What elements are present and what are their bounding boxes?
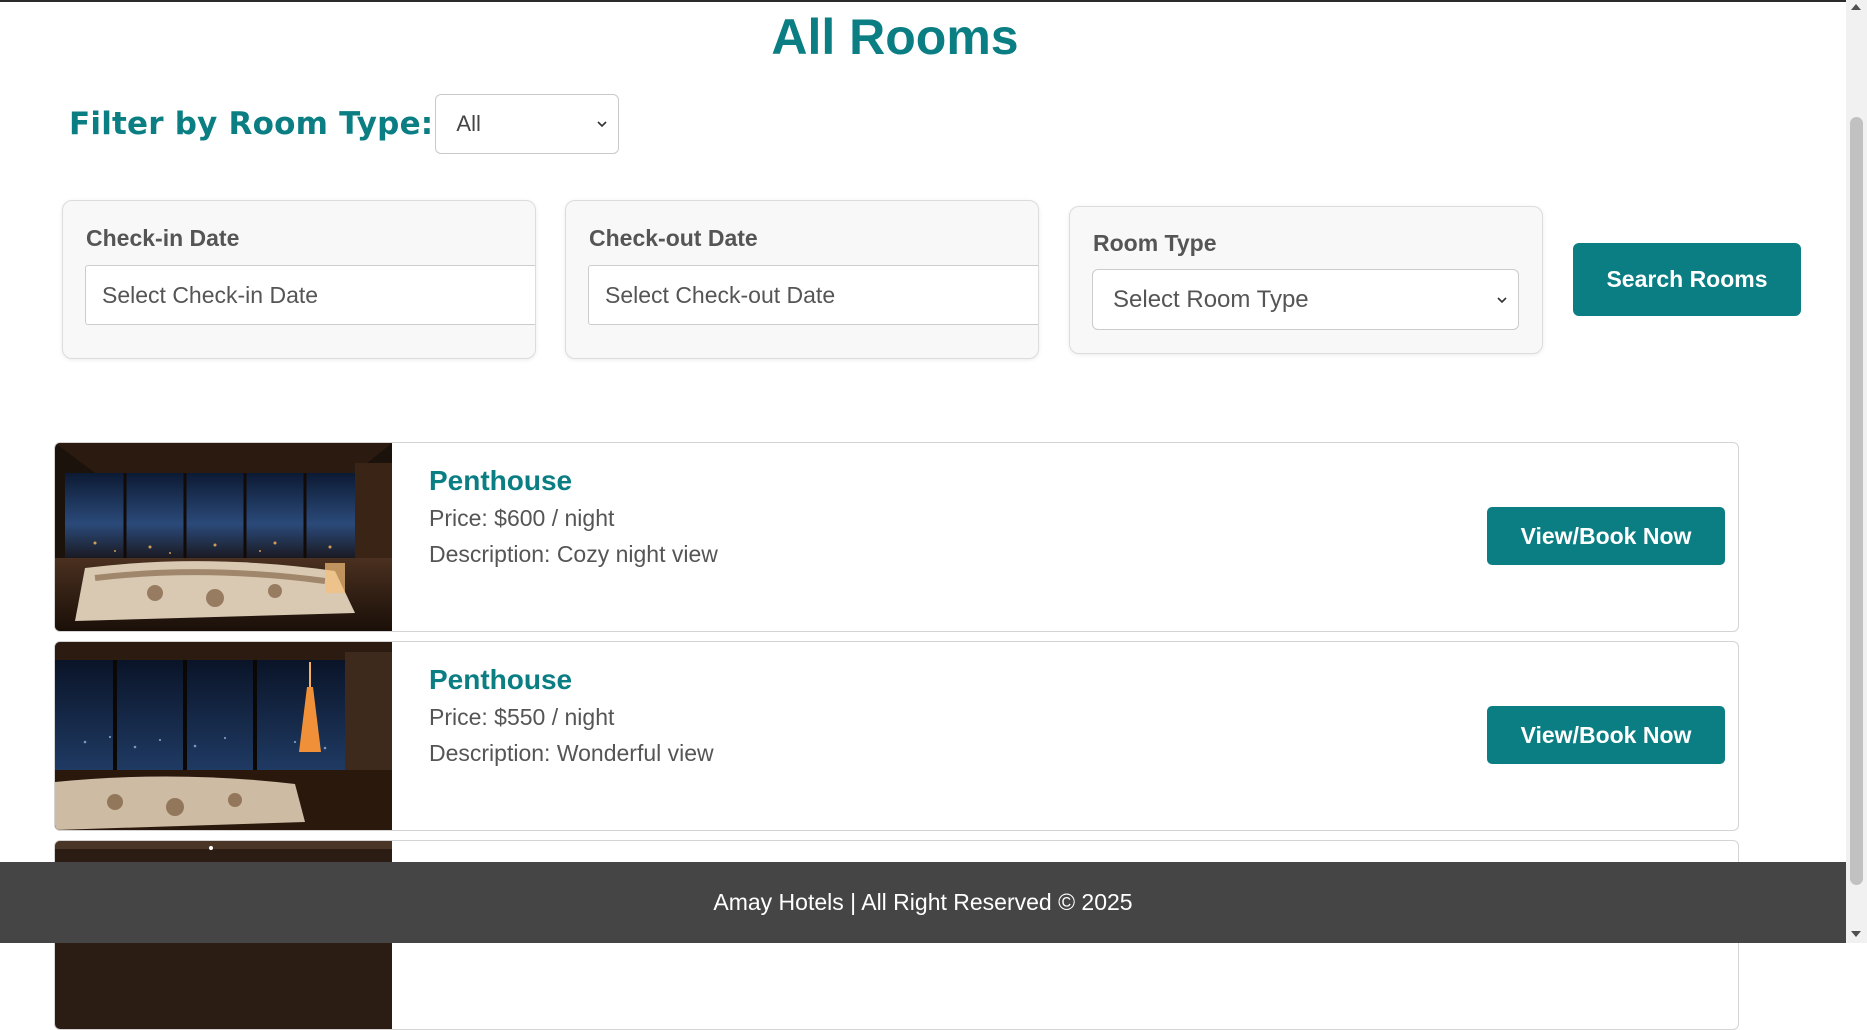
checkout-card: Check-out Date Select Check-out Date bbox=[565, 200, 1039, 359]
footer-text: Amay Hotels | All Right Reserved © 2025 bbox=[713, 889, 1133, 915]
scroll-up-arrow-icon[interactable] bbox=[1851, 4, 1861, 10]
checkout-label: Check-out Date bbox=[589, 225, 758, 251]
room-card: Penthouse Price: $550 / night Descriptio… bbox=[54, 641, 1739, 831]
roomtype-label: Room Type bbox=[1093, 230, 1217, 256]
view-book-button[interactable]: View/Book Now bbox=[1487, 507, 1725, 565]
room-name: Penthouse bbox=[429, 664, 573, 695]
checkin-card: Check-in Date Select Check-in Date bbox=[62, 200, 536, 359]
room-name: Penthouse bbox=[429, 465, 573, 496]
roomtype-selected-value: Select Room Type bbox=[1113, 285, 1309, 313]
scrollbar-thumb[interactable] bbox=[1850, 117, 1863, 885]
room-price: Price: $600 / night bbox=[429, 505, 615, 531]
chevron-down-icon bbox=[597, 121, 607, 128]
filter-label: Filter by Room Type: bbox=[69, 106, 434, 142]
room-card: Penthouse Price: $600 / night Descriptio… bbox=[54, 442, 1739, 632]
roomtype-card: Room Type Select Room Type bbox=[1069, 206, 1543, 354]
page-title: All Rooms bbox=[771, 9, 1019, 65]
window-top-border bbox=[0, 0, 1867, 2]
room-image-penthouse-night bbox=[55, 443, 392, 631]
room-type-filter: Filter by Room Type: All bbox=[69, 94, 620, 154]
checkout-placeholder: Select Check-out Date bbox=[605, 281, 836, 308]
scroll-down-arrow-icon[interactable] bbox=[1851, 931, 1861, 937]
checkin-placeholder: Select Check-in Date bbox=[102, 281, 319, 308]
room-image-penthouse-tower-view bbox=[55, 642, 392, 830]
vertical-scrollbar[interactable] bbox=[1846, 0, 1867, 943]
filter-selected-value: All bbox=[456, 111, 481, 136]
view-book-button[interactable]: View/Book Now bbox=[1487, 706, 1725, 764]
room-price: Price: $550 / night bbox=[429, 704, 615, 730]
checkin-label: Check-in Date bbox=[86, 225, 240, 251]
search-rooms-button[interactable]: Search Rooms bbox=[1573, 243, 1801, 316]
room-description: Description: Cozy night view bbox=[429, 541, 718, 567]
filter-room-type-select[interactable]: All bbox=[435, 94, 620, 154]
room-description: Description: Wonderful view bbox=[429, 740, 714, 766]
checkout-date-input[interactable]: Select Check-out Date bbox=[588, 265, 1038, 325]
roomtype-select[interactable]: Select Room Type bbox=[1092, 269, 1519, 330]
checkin-date-input[interactable]: Select Check-in Date bbox=[85, 265, 535, 325]
page-footer: Amay Hotels | All Right Reserved © 2025 bbox=[0, 862, 1846, 943]
chevron-down-icon bbox=[1497, 296, 1507, 303]
